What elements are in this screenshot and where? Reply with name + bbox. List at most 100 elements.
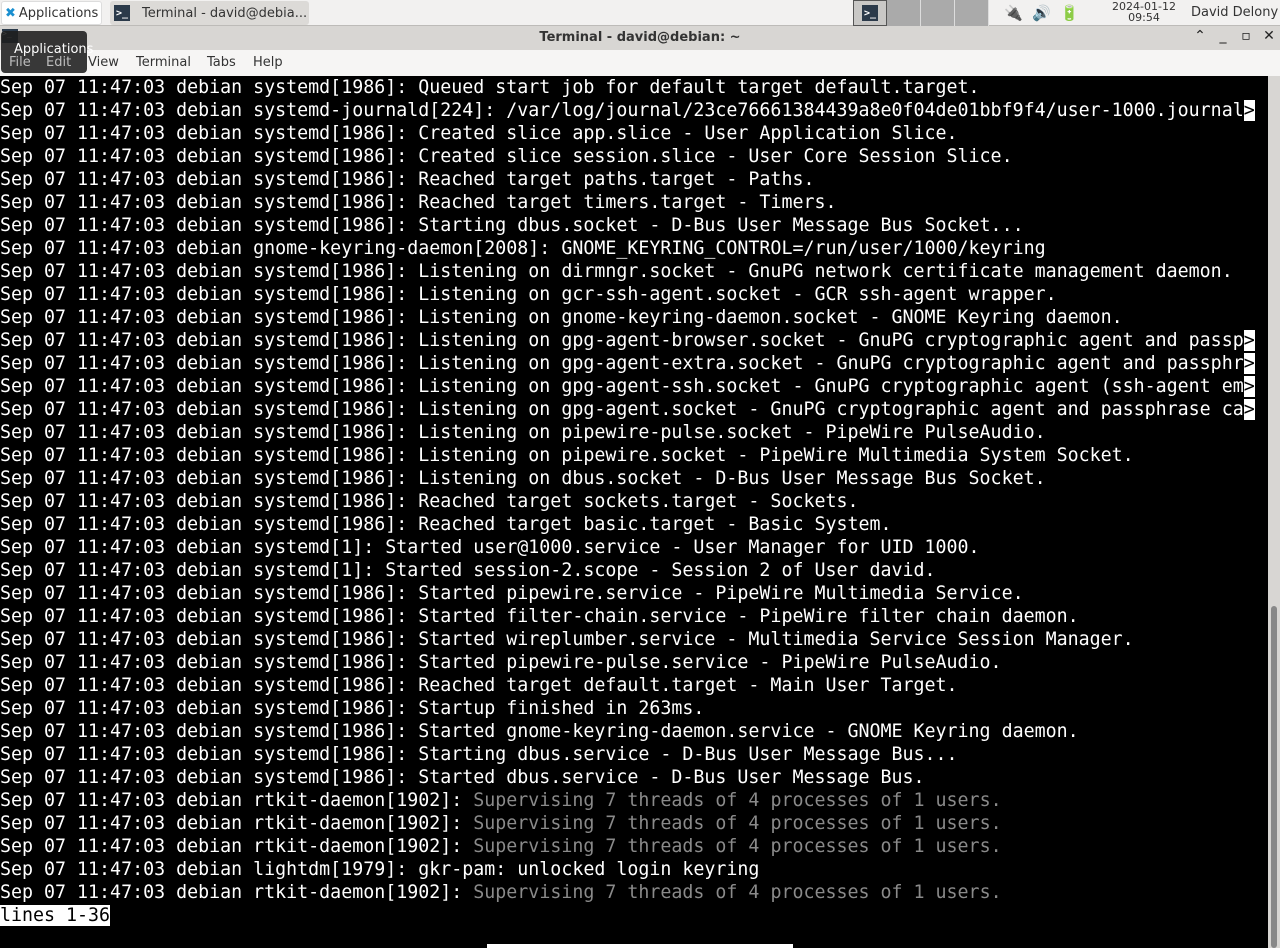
log-line: Sep 07 11:47:03 debian systemd[1986]: Li… [0,283,1268,306]
log-text: Sep 07 11:47:03 debian systemd-journald[… [0,100,1244,121]
pager-status: lines 1-36 [0,905,111,926]
scrollbar-thumb[interactable] [1271,606,1277,948]
menu-bar: View Terminal Tabs Help [0,50,1280,76]
log-text: Sep 07 11:47:03 debian systemd[1986]: St… [0,652,1002,673]
log-text: Sep 07 11:47:03 debian systemd[1986]: Li… [0,261,1233,282]
log-text: Sep 07 11:47:03 debian gnome-keyring-dae… [0,238,1046,259]
log-text: Sep 07 11:47:03 debian systemd[1986]: Re… [0,169,815,190]
log-line: Sep 07 11:47:03 debian systemd[1986]: Re… [0,513,1268,536]
workspace-switcher: >_ [853,0,989,26]
menu-file[interactable]: File [9,55,31,70]
log-text: Sep 07 11:47:03 debian systemd[1986]: Li… [0,445,1134,466]
log-text: Sep 07 11:47:03 debian systemd[1986]: St… [0,767,925,788]
menu-edit[interactable]: Edit [46,55,71,70]
truncation-marker: > [1243,330,1255,351]
log-line: Sep 07 11:47:03 debian systemd[1986]: Qu… [0,76,1268,99]
log-line: Sep 07 11:47:03 debian rtkit-daemon[1902… [0,812,1268,835]
log-text: Sep 07 11:47:03 debian systemd[1]: Start… [0,560,936,581]
scrollbar[interactable] [1268,76,1280,948]
minimize-icon[interactable]: _ [1214,28,1232,44]
log-line: Sep 07 11:47:03 debian systemd[1986]: St… [0,628,1268,651]
log-text: Sep 07 11:47:03 debian rtkit-daemon[1902… [0,882,474,903]
truncation-marker: > [1243,399,1255,420]
log-line: Sep 07 11:47:03 debian systemd[1986]: Li… [0,467,1268,490]
log-line: Sep 07 11:47:03 debian systemd[1986]: Li… [0,421,1268,444]
log-text: Sep 07 11:47:03 debian systemd[1]: Start… [0,537,980,558]
log-line: Sep 07 11:47:03 debian systemd[1986]: Re… [0,168,1268,191]
log-text: Sep 07 11:47:03 debian systemd[1986]: St… [0,215,1024,236]
battery-icon[interactable]: 🔋 [1060,4,1079,22]
log-line: Sep 07 11:47:03 debian systemd[1986]: Cr… [0,122,1268,145]
log-text: Sep 07 11:47:03 debian lightdm[1979]: gk… [0,859,760,880]
log-message-dim: Supervising 7 threads of 4 processes of … [473,882,1002,903]
workspace-3[interactable] [921,0,955,26]
log-line: Sep 07 11:47:03 debian systemd[1986]: St… [0,766,1268,789]
clock[interactable]: 2024-01-12 09:54 [1108,1,1180,23]
workspace-4[interactable] [955,0,989,26]
log-line: Sep 07 11:47:03 debian systemd[1986]: Li… [0,260,1268,283]
log-text: Sep 07 11:47:03 debian systemd[1986]: Re… [0,192,837,213]
log-text: Sep 07 11:47:03 debian systemd[1986]: Cr… [0,146,1013,167]
log-text: Sep 07 11:47:03 debian systemd[1986]: Li… [0,353,1244,374]
log-line: Sep 07 11:47:03 debian rtkit-daemon[1902… [0,789,1268,812]
log-text: Sep 07 11:47:03 debian systemd[1986]: Li… [0,330,1244,351]
window-titlebar[interactable]: Terminal - david@debian: ~ ⌃ _ ▫ ✕ [0,26,1280,50]
bottom-bar [487,944,793,948]
terminal-icon: >_ [114,5,130,21]
log-line: Sep 07 11:47:03 debian systemd[1986]: St… [0,582,1268,605]
log-text: Sep 07 11:47:03 debian systemd[1986]: St… [0,606,1079,627]
log-text: Sep 07 11:47:03 debian systemd[1986]: Li… [0,284,1057,305]
menu-bar-left: File Edit [0,50,130,76]
log-text: Sep 07 11:47:03 debian systemd[1986]: St… [0,721,1079,742]
log-text: Sep 07 11:47:03 debian systemd[1986]: Qu… [0,77,980,98]
log-line: Sep 07 11:47:03 debian systemd[1]: Start… [0,536,1268,559]
log-line: Sep 07 11:47:03 debian systemd[1986]: Li… [0,352,1268,375]
applications-menu-button[interactable]: ✖ Applications [1,1,102,25]
log-line: Sep 07 11:47:03 debian systemd[1986]: St… [0,214,1268,237]
log-line: Sep 07 11:47:03 debian systemd[1]: Start… [0,559,1268,582]
log-line: Sep 07 11:47:03 debian lightdm[1979]: gk… [0,858,1268,881]
shade-icon[interactable]: ⌃ [1191,28,1209,44]
log-text: Sep 07 11:47:03 debian systemd[1986]: Re… [0,675,958,696]
network-icon[interactable]: 🔌 [1004,4,1023,22]
log-text: Sep 07 11:47:03 debian rtkit-daemon[1902… [0,790,474,811]
log-line: Sep 07 11:47:03 debian gnome-keyring-dae… [0,237,1268,260]
menu-tabs[interactable]: Tabs [207,55,236,70]
truncation-marker: > [1243,100,1255,121]
log-message-dim: Supervising 7 threads of 4 processes of … [473,836,1002,857]
terminal-output[interactable]: Sep 07 11:47:03 debian systemd[1986]: Qu… [0,76,1268,948]
truncation-marker: > [1243,376,1255,397]
taskbar-terminal-button[interactable]: >_ Terminal - david@debia... [110,1,309,25]
maximize-icon[interactable]: ▫ [1237,28,1255,44]
log-text: Sep 07 11:47:03 debian systemd[1986]: St… [0,629,1134,650]
xfce-logo-icon: ✖ [5,5,16,21]
log-text: Sep 07 11:47:03 debian systemd[1986]: Li… [0,468,1046,489]
log-text: Sep 07 11:47:03 debian systemd[1986]: Re… [0,491,859,512]
log-line: Sep 07 11:47:03 debian systemd[1986]: Li… [0,306,1268,329]
workspace-2[interactable] [887,0,921,26]
menu-terminal[interactable]: Terminal [136,55,191,70]
truncation-marker: > [1243,353,1255,374]
log-text: Sep 07 11:47:03 debian systemd[1986]: Li… [0,422,1046,443]
log-message-dim: Supervising 7 threads of 4 processes of … [473,790,1002,811]
log-line: Sep 07 11:47:03 debian rtkit-daemon[1902… [0,881,1268,904]
log-text: Sep 07 11:47:03 debian systemd[1986]: St… [0,744,958,765]
close-icon[interactable]: ✕ [1260,28,1278,44]
log-line: Sep 07 11:47:03 debian systemd[1986]: St… [0,720,1268,743]
terminal-icon: >_ [862,5,878,21]
log-line: Sep 07 11:47:03 debian systemd[1986]: Li… [0,398,1268,421]
workspace-1[interactable]: >_ [853,0,887,26]
log-line: Sep 07 11:47:03 debian systemd[1986]: Li… [0,329,1268,352]
log-text: Sep 07 11:47:03 debian systemd[1986]: St… [0,583,1024,604]
log-line: Sep 07 11:47:03 debian systemd[1986]: Cr… [0,145,1268,168]
log-line: Sep 07 11:47:03 debian systemd[1986]: St… [0,697,1268,720]
log-text: Sep 07 11:47:03 debian systemd[1986]: Li… [0,376,1244,397]
user-menu[interactable]: David Delony [1191,5,1278,20]
pager-status-line: lines 1-36 [0,904,1268,927]
log-text: Sep 07 11:47:03 debian systemd[1986]: Li… [0,307,1123,328]
log-line: Sep 07 11:47:03 debian systemd[1986]: Re… [0,674,1268,697]
volume-icon[interactable]: 🔊 [1032,4,1051,22]
log-line: Sep 07 11:47:03 debian systemd[1986]: St… [0,605,1268,628]
top-panel: ✖ Applications >_ Terminal - david@debia… [0,0,1280,26]
menu-help[interactable]: Help [253,55,283,70]
